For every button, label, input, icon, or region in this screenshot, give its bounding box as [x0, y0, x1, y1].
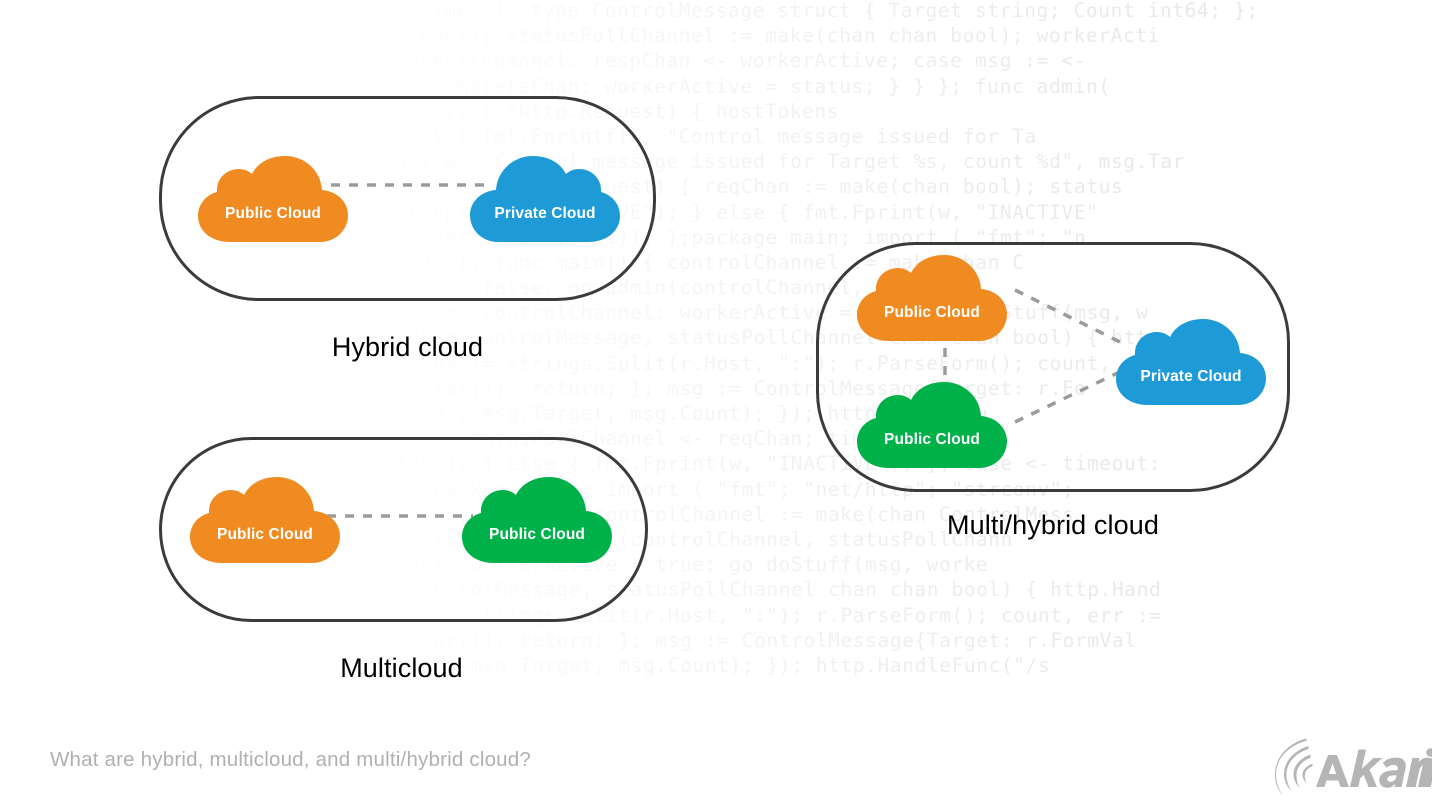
cloud-shape-icon: [857, 382, 1007, 468]
multicloud-caption: Multicloud: [340, 653, 463, 683]
akamai-logo: [1272, 735, 1432, 797]
slide-canvas: et/http" ; "strconv"; "strings"; "time" …: [0, 0, 1440, 810]
cloud-shape-icon: [470, 156, 620, 242]
cloud-hybrid-public[interactable]: Public Cloud: [194, 156, 352, 242]
cloud-shape-icon: [198, 156, 348, 242]
cloud-shape-icon: [1116, 319, 1266, 405]
cloud-multicloud-public-1[interactable]: Public Cloud: [186, 477, 344, 563]
multi-hybrid-cloud-caption: Multi/hybrid cloud: [947, 510, 1159, 540]
cloud-shape-icon: [462, 477, 612, 563]
hybrid-cloud-caption: Hybrid cloud: [331, 332, 484, 362]
cloud-shape-icon: [857, 255, 1007, 341]
cloud-mh-public-green[interactable]: Public Cloud: [853, 382, 1011, 468]
code-line: ne); workerCompleteChan := make(chan boo…: [0, 24, 1160, 48]
code-line: orkerCompleteChan); case status := <- wo…: [0, 74, 1111, 98]
code-line: et/http" ; "strconv"; "strings"; "time" …: [0, 0, 1259, 22]
code-line: for { select { case respChan := <- statu…: [0, 49, 1086, 73]
cloud-hybrid-private[interactable]: Private Cloud: [466, 156, 624, 242]
footer-caption: What are hybrid, multicloud, and multi/h…: [50, 748, 531, 771]
akamai-logo-icon: [1275, 738, 1432, 796]
cloud-mh-public-orange[interactable]: Public Cloud: [853, 255, 1011, 341]
cloud-multicloud-public-2[interactable]: Public Cloud: [458, 477, 616, 563]
code-line: 4); if err != nil { fmt.Fprintf(w, err.E…: [0, 628, 1137, 652]
cloud-shape-icon: [190, 477, 340, 563]
cloud-mh-private[interactable]: Private Cloud: [1112, 319, 1270, 405]
